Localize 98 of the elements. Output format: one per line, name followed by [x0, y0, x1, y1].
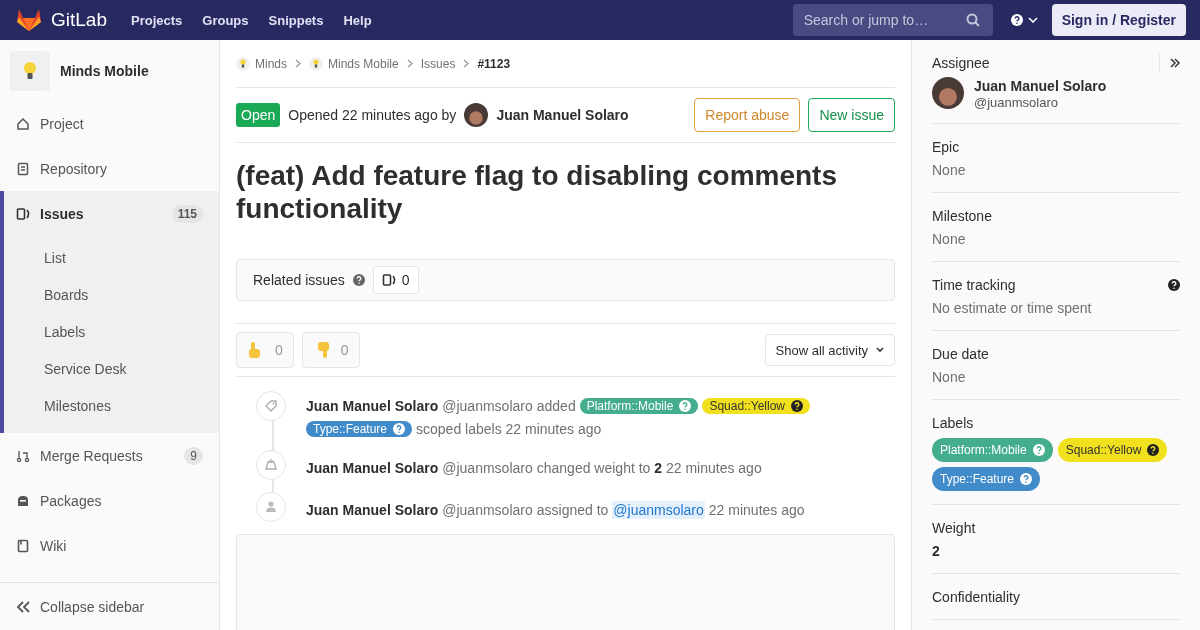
lightbulb-icon — [23, 60, 37, 81]
sidebar-subitem[interactable]: List — [4, 240, 219, 277]
panel-title: Related issues — [253, 272, 345, 288]
search-field[interactable]: Search or jump to… — [792, 4, 993, 36]
sidebar-subitem[interactable]: Service Desk — [4, 351, 219, 388]
author-link[interactable]: Juan Manuel Solaro — [496, 107, 629, 123]
help-icon — [791, 400, 803, 412]
search-icon — [965, 13, 980, 27]
nav-link[interactable]: Help — [343, 12, 372, 28]
sidebar-subitem[interactable]: Boards — [4, 277, 219, 314]
nav-link[interactable]: Groups — [202, 12, 249, 28]
note-text: scoped labels 22 minutes ago — [416, 420, 602, 438]
author-link[interactable]: Juan Manuel Solaro — [306, 501, 439, 519]
section-heading: Labels — [932, 414, 974, 432]
search-input[interactable]: Search or jump to… — [801, 11, 966, 29]
help-icon — [1010, 14, 1023, 26]
person-icon — [264, 500, 278, 514]
sidebar-subitem[interactable]: Milestones — [4, 388, 219, 425]
issue-title: (feat) Add feature flag to disabling comments functionality — [236, 159, 838, 225]
related-count-button[interactable]: 0 — [372, 266, 419, 294]
double-chevron-left-icon — [16, 600, 30, 613]
label-badge[interactable]: Type::Feature — [932, 467, 1041, 491]
breadcrumb-link[interactable]: Minds — [236, 56, 287, 71]
activity-filter-dropdown[interactable]: Show all activity — [764, 334, 895, 366]
label-badge[interactable]: Squad::Yellow — [702, 398, 810, 414]
sidebar-item[interactable]: Merge Requests 9 — [0, 433, 219, 478]
label-badge[interactable]: Squad::Yellow — [1057, 438, 1168, 462]
help-icon — [1147, 444, 1160, 456]
breadcrumb-link[interactable]: Issues — [420, 56, 456, 71]
sidebar-item[interactable]: Project — [0, 101, 219, 146]
sidebar-item[interactable]: Packages — [0, 478, 219, 523]
nav-link[interactable]: Snippets — [268, 12, 324, 28]
chevron-down-icon — [876, 347, 884, 353]
section-heading: Time tracking — [932, 276, 1016, 294]
sidebar-item[interactable]: Wiki — [0, 523, 219, 568]
assignee-name[interactable]: Juan Manuel Solaro — [974, 77, 1107, 95]
weight-icon — [264, 458, 278, 472]
count-badge: 115 — [171, 204, 203, 223]
section-heading: Assignee — [932, 54, 990, 72]
tag-icon — [264, 399, 278, 413]
author-link[interactable]: Juan Manuel Solaro — [306, 459, 439, 477]
section-heading: Milestone — [932, 207, 992, 225]
username-text: @juanmsolaro — [442, 459, 533, 477]
help-icon — [393, 423, 406, 435]
package-icon — [16, 493, 30, 508]
avatar — [464, 103, 489, 127]
brand-name: GitLab — [51, 9, 107, 31]
book-icon — [16, 538, 30, 553]
document-icon — [16, 161, 30, 176]
issues-icon — [16, 206, 30, 221]
opened-text: Opened 22 minutes ago by — [288, 107, 457, 123]
help-icon — [1020, 473, 1033, 485]
section-value: None — [932, 161, 967, 179]
collapse-sidebar-button[interactable]: Collapse sidebar — [0, 582, 219, 630]
double-chevron-right-icon[interactable] — [1170, 58, 1180, 68]
section-value: 2 — [932, 542, 941, 560]
note-text: added — [536, 397, 576, 415]
sign-in-button[interactable]: Sign in / Register — [1051, 4, 1186, 36]
project-name: Minds Mobile — [60, 62, 149, 79]
section-heading: Confidentiality — [932, 588, 1020, 606]
status-badge: Open — [236, 103, 281, 127]
new-issue-button[interactable]: New issue — [808, 98, 895, 132]
mention-link[interactable]: @juanmsolaro — [612, 501, 705, 519]
chevron-right-icon — [406, 59, 413, 68]
lightbulb-icon — [240, 59, 246, 68]
section-heading: Weight — [932, 519, 976, 537]
username-text: @juanmsolaro — [442, 397, 533, 415]
help-icon — [1032, 444, 1045, 456]
house-icon — [16, 116, 30, 131]
section-value: None — [932, 368, 967, 386]
avatar — [932, 77, 964, 109]
username-text: @juanmsolaro — [974, 95, 1059, 110]
chevron-right-icon — [295, 59, 301, 68]
chevron-down-icon — [1027, 17, 1038, 23]
help-icon — [679, 400, 692, 412]
username-text: @juanmsolaro — [442, 501, 533, 519]
count-badge: 9 — [184, 446, 203, 465]
chevron-right-icon — [463, 59, 470, 68]
breadcrumb-link[interactable]: #1123 — [477, 56, 511, 71]
section-value: None — [932, 230, 967, 248]
fox-logo — [16, 8, 42, 32]
section-heading: Epic — [932, 138, 960, 156]
sidebar-item[interactable]: Repository — [0, 146, 219, 191]
author-link[interactable]: Juan Manuel Solaro — [306, 397, 439, 415]
merge-request-icon — [16, 448, 30, 463]
nav-link[interactable]: Projects — [131, 12, 183, 28]
help-icon — [352, 274, 365, 286]
lightbulb-icon — [313, 59, 319, 68]
section-heading: Due date — [932, 345, 989, 363]
issues-icon — [381, 273, 396, 287]
section-value: No estimate or time spent — [932, 299, 1093, 317]
sidebar-subitem[interactable]: Labels — [4, 314, 219, 351]
note-text: assigned to — [536, 501, 609, 519]
note-text: 22 minutes ago — [708, 501, 805, 519]
help-menu[interactable] — [1010, 14, 1038, 26]
label-badge[interactable]: Type::Feature — [306, 421, 413, 437]
note-text: changed weight to 2 22 minutes ago — [536, 459, 762, 477]
breadcrumb-link[interactable]: Minds Mobile — [309, 56, 399, 71]
